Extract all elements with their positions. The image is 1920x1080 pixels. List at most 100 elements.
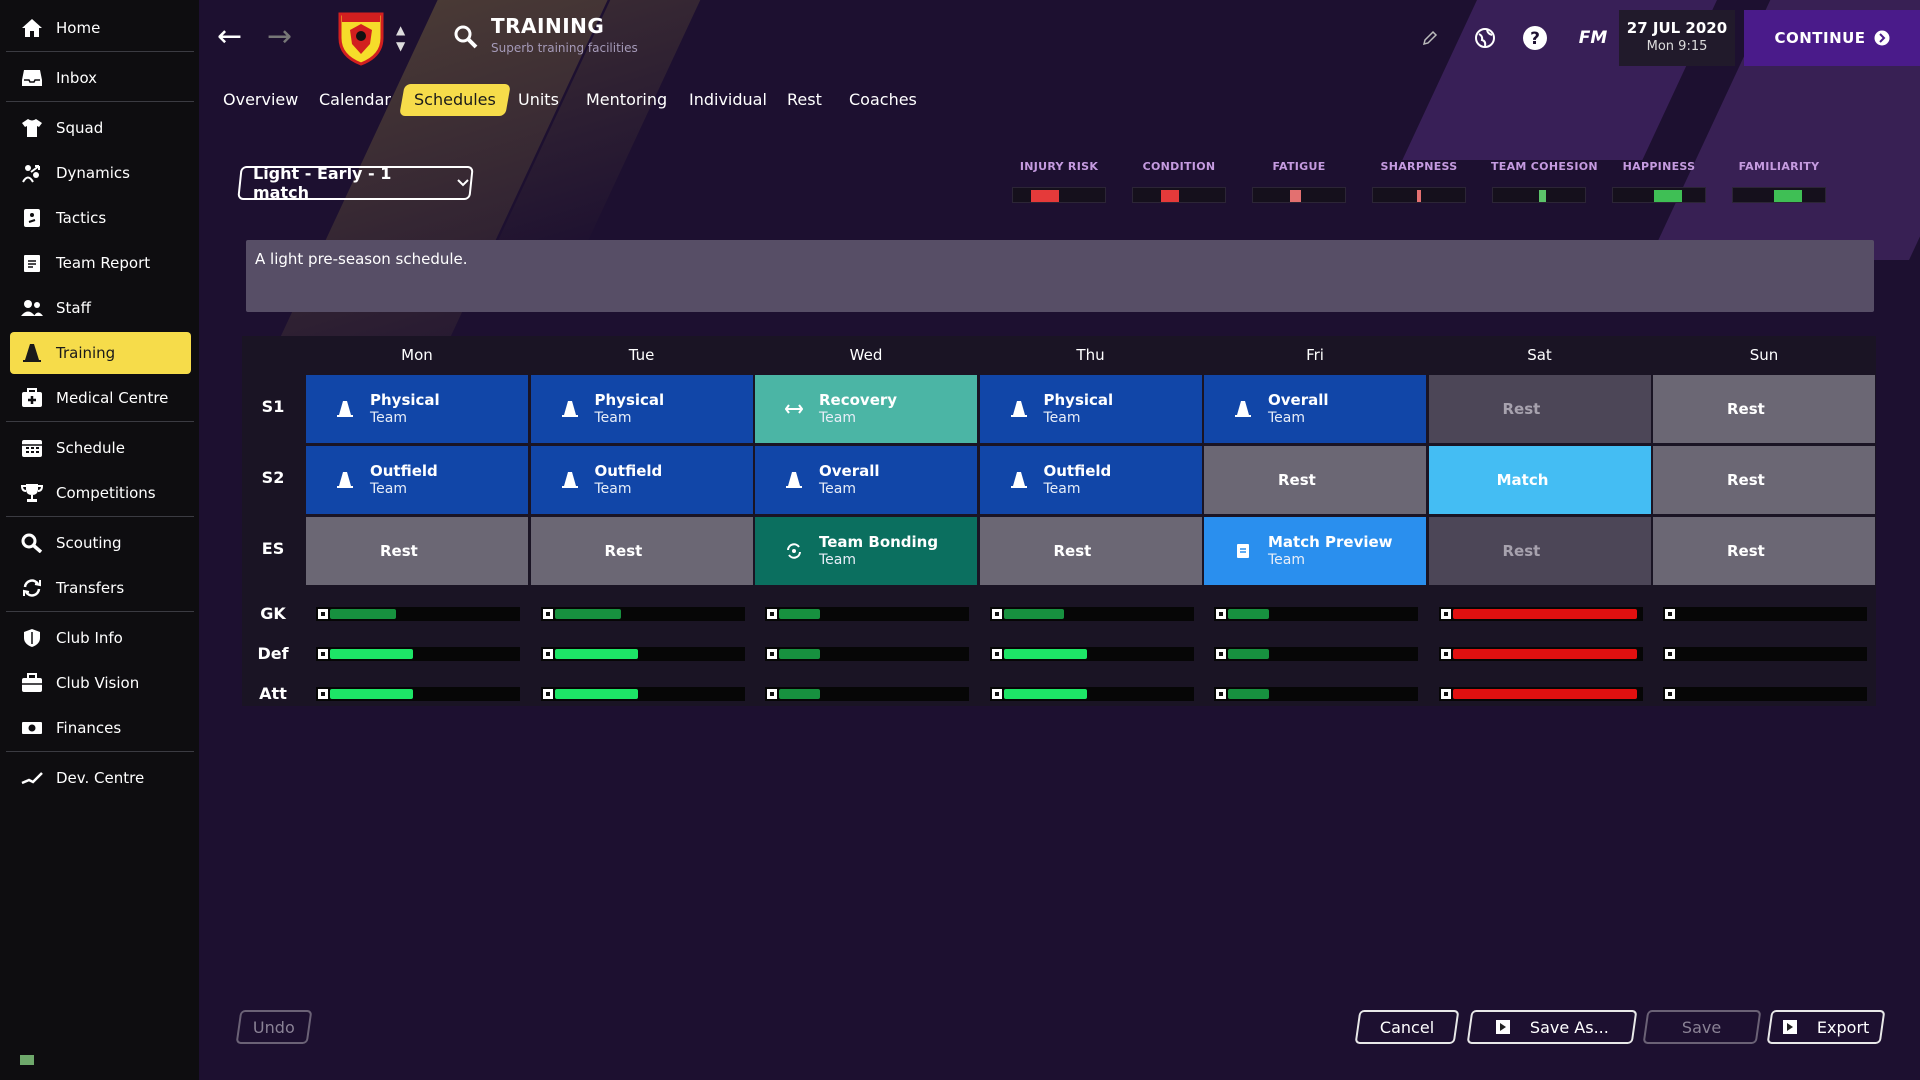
session-cell[interactable]: Rest	[306, 517, 528, 585]
meter-happiness[interactable]: HAPPINESS	[1611, 160, 1707, 203]
cancel-button[interactable]: Cancel	[1354, 1010, 1460, 1044]
meter-label: FAMILIARITY	[1738, 160, 1820, 173]
club-switch-icon[interactable]: ▲ ▼	[396, 22, 405, 54]
search-icon[interactable]	[453, 24, 479, 54]
session-cell[interactable]: Physical Team	[530, 375, 753, 443]
session-cell[interactable]: Physical Team	[979, 375, 1202, 443]
save-button[interactable]: Save	[1642, 1010, 1762, 1044]
tab-rest[interactable]: Rest	[787, 84, 822, 116]
sidebar-item-finances[interactable]: Finances	[10, 707, 191, 749]
load-bar[interactable]	[1663, 607, 1867, 621]
cone-icon	[326, 400, 364, 418]
load-bar[interactable]	[1663, 647, 1867, 661]
load-bar[interactable]	[1438, 607, 1643, 621]
load-bar[interactable]	[989, 607, 1194, 621]
sidebar-item-schedule[interactable]: Schedule	[10, 427, 191, 469]
sidebar-item-dynamics[interactable]: Dynamics	[10, 152, 191, 194]
sidebar-item-tactics[interactable]: Tactics	[10, 197, 191, 239]
load-bar[interactable]	[765, 687, 969, 701]
tab-mentoring[interactable]: Mentoring	[586, 84, 667, 116]
session-unit: Team	[819, 552, 857, 568]
sidebar-item-home[interactable]: Home	[10, 7, 191, 49]
session-cell[interactable]: Outfield Team	[306, 446, 528, 514]
schedule-description[interactable]: A light pre-season schedule.	[246, 240, 1874, 312]
session-cell[interactable]: Team Bonding Team	[755, 517, 977, 585]
session-cell[interactable]: Rest	[1653, 446, 1875, 514]
meter-team-cohesion[interactable]: TEAM COHESION	[1491, 160, 1598, 203]
session-cell[interactable]: Recovery Team	[755, 375, 977, 443]
session-cell[interactable]: Rest	[1653, 517, 1875, 585]
session-cell[interactable]: Rest	[1204, 446, 1426, 514]
session-cell[interactable]: Rest	[530, 517, 753, 585]
sidebar-item-team-report[interactable]: Team Report	[10, 242, 191, 284]
back-arrow-icon[interactable]: ←	[217, 22, 242, 52]
export-button[interactable]: Export	[1766, 1010, 1886, 1044]
load-bar[interactable]	[1438, 687, 1643, 701]
sidebar-item-staff[interactable]: Staff	[10, 287, 191, 329]
session-cell[interactable]: Rest	[1428, 375, 1651, 443]
edit-pencil-icon[interactable]	[1418, 24, 1442, 52]
load-bar[interactable]	[316, 647, 520, 661]
session-cell[interactable]: Rest	[1428, 517, 1651, 585]
game-date[interactable]: 27 JUL 2020 Mon 9:15	[1619, 10, 1735, 66]
session-cell[interactable]: Outfield Team	[979, 446, 1202, 514]
session-name: Overall	[819, 462, 880, 480]
schedule-dropdown[interactable]: Light - Early - 1 match	[237, 164, 474, 202]
sidebar-item-scouting[interactable]: Scouting	[10, 522, 191, 564]
meter-fatigue[interactable]: FATIGUE	[1251, 160, 1347, 203]
tab-units[interactable]: Units	[518, 84, 559, 116]
load-bar[interactable]	[989, 687, 1194, 701]
sidebar-item-medical-centre[interactable]: Medical Centre	[10, 377, 191, 419]
meter-injury-risk[interactable]: INJURY RISK	[1011, 160, 1107, 203]
load-bar[interactable]	[1438, 647, 1643, 661]
tab-coaches[interactable]: Coaches	[849, 84, 917, 116]
tab-schedules[interactable]: Schedules	[399, 84, 511, 116]
load-bar[interactable]	[765, 607, 969, 621]
undo-button[interactable]: Undo	[235, 1010, 313, 1044]
load-bar[interactable]	[765, 647, 969, 661]
sidebar-item-transfers[interactable]: Transfers	[10, 567, 191, 609]
load-bar[interactable]	[316, 687, 520, 701]
session-cell[interactable]: Physical Team	[306, 375, 528, 443]
globe-icon[interactable]	[1471, 24, 1499, 52]
meter-condition[interactable]: CONDITION	[1131, 160, 1227, 203]
session-text: Outfield Team	[370, 462, 438, 498]
session-text: Match Preview Team	[1268, 533, 1393, 569]
load-bar[interactable]	[1214, 607, 1418, 621]
sidebar-item-squad[interactable]: Squad	[10, 107, 191, 149]
tab-overview[interactable]: Overview	[223, 84, 298, 116]
load-bar[interactable]	[540, 607, 745, 621]
load-toggle-icon	[1665, 609, 1675, 619]
club-crest[interactable]	[336, 8, 386, 66]
sidebar-item-club-vision[interactable]: Club Vision	[10, 662, 191, 704]
meter-sharpness[interactable]: SHARPNESS	[1371, 160, 1467, 203]
forward-arrow-icon[interactable]: →	[267, 22, 292, 52]
sidebar-item-competitions[interactable]: Competitions	[10, 472, 191, 514]
session-cell[interactable]: Match Preview Team	[1204, 517, 1426, 585]
session-cell[interactable]: Rest	[979, 517, 1202, 585]
session-cell[interactable]: Rest	[1653, 375, 1875, 443]
load-bar[interactable]	[540, 647, 745, 661]
help-icon[interactable]: ?	[1521, 24, 1549, 52]
load-bar[interactable]	[316, 607, 520, 621]
session-cell[interactable]: Match	[1428, 446, 1651, 514]
sidebar-item-inbox[interactable]: Inbox	[10, 57, 191, 99]
load-bar[interactable]	[1214, 647, 1418, 661]
tab-calendar[interactable]: Calendar	[319, 84, 391, 116]
fm-logo[interactable]: FM	[1577, 24, 1609, 52]
sidebar-item-training[interactable]: Training	[10, 332, 191, 374]
sidebar-item-club-info[interactable]: Club Info	[10, 617, 191, 659]
load-bar[interactable]	[989, 647, 1194, 661]
continue-button[interactable]: CONTINUE	[1744, 10, 1920, 66]
meter-familiarity[interactable]: FAMILIARITY	[1731, 160, 1827, 203]
load-bar[interactable]	[1214, 687, 1418, 701]
load-bar[interactable]	[540, 687, 745, 701]
session-cell[interactable]: Overall Team	[1204, 375, 1426, 443]
tab-individual[interactable]: Individual	[689, 84, 767, 116]
sidebar-item-dev-centre[interactable]: Dev. Centre	[10, 757, 191, 799]
session-cell[interactable]: Outfield Team	[530, 446, 753, 514]
load-bar[interactable]	[1663, 687, 1867, 701]
session-cell[interactable]: Overall Team	[755, 446, 977, 514]
save-as-button[interactable]: Save As...	[1466, 1010, 1638, 1044]
load-toggle-icon	[318, 649, 328, 659]
